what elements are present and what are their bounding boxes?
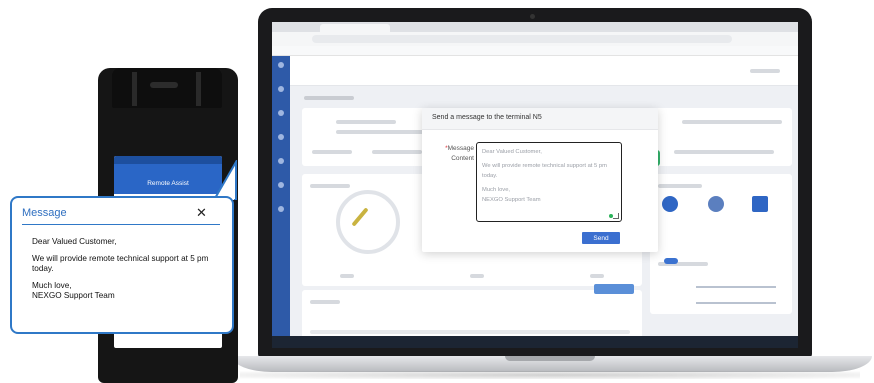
volume-slider[interactable] xyxy=(696,302,776,304)
sidebar-item-icon[interactable] xyxy=(278,182,284,188)
gauge-icon xyxy=(336,190,400,254)
card-heading xyxy=(658,184,702,188)
device-status-bar xyxy=(114,156,222,164)
sidebar-item-icon[interactable] xyxy=(278,134,284,140)
promo-stage: Send a message to the terminal N5 *Messa… xyxy=(0,0,874,383)
sidebar-item-icon[interactable] xyxy=(278,110,284,116)
bookmarks-bar xyxy=(272,46,798,56)
message-content-label: *Message Content xyxy=(430,144,474,164)
app-header xyxy=(290,56,798,86)
info-field xyxy=(372,150,422,154)
laptop-notch xyxy=(505,356,595,361)
callout-signoff: Much love, xyxy=(32,281,72,290)
screen-icon[interactable] xyxy=(752,196,768,212)
user-menu[interactable] xyxy=(750,69,780,73)
textarea-line: Dear Valued Customer, xyxy=(482,149,542,155)
os-taskbar xyxy=(272,336,798,348)
callout-signature: NEXGO Support Team xyxy=(32,291,115,300)
message-content-label-text: Message Content xyxy=(447,145,474,162)
terminal-serial xyxy=(336,120,396,124)
textarea-line: NEXGO Support Team xyxy=(482,197,541,203)
card-heading xyxy=(310,300,340,304)
device-camera-icon xyxy=(150,82,178,88)
textarea-line: Much love, xyxy=(482,187,511,193)
info-field xyxy=(312,150,352,154)
device-ridge xyxy=(132,72,137,106)
info-field xyxy=(674,150,774,154)
brightness-slider[interactable] xyxy=(696,286,776,288)
table-header xyxy=(310,330,630,334)
device-base xyxy=(114,348,222,383)
breadcrumb xyxy=(304,96,354,100)
message-content-textarea[interactable]: Dear Valued Customer, We will provide re… xyxy=(476,142,622,222)
sidebar-item-icon[interactable] xyxy=(278,86,284,92)
resize-handle-icon[interactable] xyxy=(613,213,619,219)
sensor-value xyxy=(470,274,484,278)
device-ridge xyxy=(196,72,201,106)
callout-divider xyxy=(22,224,220,225)
sidebar-item-icon[interactable] xyxy=(278,158,284,164)
terminal-meta xyxy=(336,130,426,134)
browser-tab[interactable] xyxy=(320,24,390,32)
sensor-value xyxy=(340,274,354,278)
sidebar-logo-icon[interactable] xyxy=(278,62,284,68)
laptop-camera xyxy=(530,14,535,19)
card-heading xyxy=(310,184,350,188)
list-action-button[interactable] xyxy=(594,284,634,294)
sensor-value xyxy=(590,274,604,278)
callout-line: We will provide remote technical support… xyxy=(32,254,209,273)
setting-toggle[interactable] xyxy=(664,258,678,264)
remote-assist-icon[interactable] xyxy=(662,196,678,212)
device-printer-head xyxy=(112,68,222,108)
info-field xyxy=(682,120,782,124)
send-message-dialog: Send a message to the terminal N5 *Messa… xyxy=(422,108,658,252)
laptop-shadow xyxy=(240,371,860,379)
device-title-bar: Remote Assist xyxy=(114,164,222,194)
browser-address-bar[interactable] xyxy=(312,35,732,43)
callout-tail xyxy=(214,160,237,200)
callout-greeting: Dear Valued Customer, xyxy=(32,237,117,246)
close-icon[interactable]: ✕ xyxy=(196,206,207,219)
textarea-line: We will provide remote technical support… xyxy=(482,163,607,179)
callout-title: Message xyxy=(22,207,67,219)
sidebar-item-icon[interactable] xyxy=(278,206,284,212)
dialog-title: Send a message to the terminal N5 xyxy=(422,108,658,130)
app-sidebar xyxy=(272,56,290,348)
terminal-control-card xyxy=(650,174,792,314)
laptop-screen: Send a message to the terminal N5 *Messa… xyxy=(272,22,798,348)
browser-tabstrip xyxy=(272,22,798,32)
settings-icon[interactable] xyxy=(708,196,724,212)
device-screen-title: Remote Assist xyxy=(147,180,189,187)
send-button[interactable]: Send xyxy=(582,232,620,244)
callout-body: Dear Valued Customer, We will provide re… xyxy=(32,237,228,308)
